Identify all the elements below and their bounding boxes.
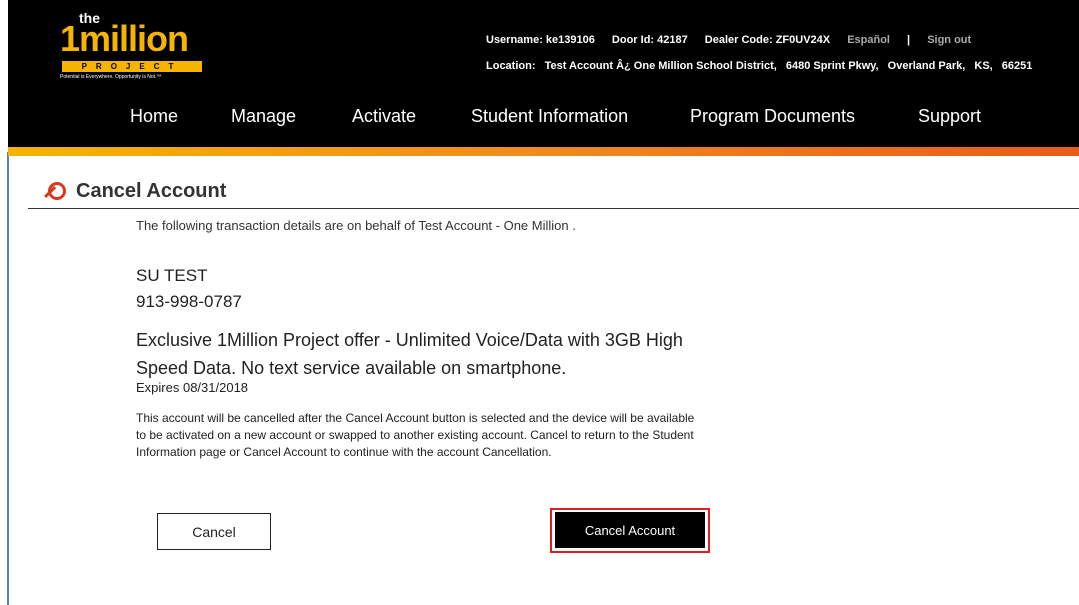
- logo-project-text: PROJECT: [62, 61, 202, 72]
- cancel-button[interactable]: Cancel: [157, 513, 271, 550]
- language-link[interactable]: Español: [847, 34, 890, 46]
- cancel-account-button[interactable]: Cancel Account: [555, 512, 705, 548]
- site-header: the 1million PROJECT Potential is Everyw…: [8, 0, 1079, 147]
- username-label: Username: ke139106: [486, 34, 595, 46]
- page-title: Cancel Account: [48, 178, 226, 204]
- left-frame-border: [7, 152, 9, 605]
- page-title-text: Cancel Account: [76, 179, 227, 202]
- user-info-panel: Username: ke139106 Door Id: 42187 Dealer…: [486, 34, 1038, 72]
- logo-tagline: Potential is Everywhere. Opportunity is …: [60, 74, 162, 80]
- title-divider: [28, 208, 1079, 209]
- location-state: KS,: [974, 60, 993, 72]
- location-zip: 66251: [1001, 60, 1033, 72]
- offer-description: Exclusive 1Million Project offer - Unlim…: [136, 330, 683, 378]
- location-label: Location:: [486, 60, 536, 72]
- million-project-logo[interactable]: the 1million PROJECT Potential is Everyw…: [60, 10, 210, 80]
- nav-item-support[interactable]: Support: [918, 106, 981, 127]
- logo-brand-text: 1million: [60, 18, 189, 59]
- behalf-text: The following transaction details are on…: [136, 218, 576, 233]
- dealer-code-label: Dealer Code: ZF0UV24X: [704, 34, 831, 46]
- location-street: 6480 Sprint Pkwy,: [785, 60, 879, 72]
- nav-item-home[interactable]: Home: [130, 106, 178, 127]
- header-accent-bar: [8, 147, 1079, 156]
- sign-out-link[interactable]: Sign out: [927, 34, 971, 46]
- cancel-prohibited-icon: [48, 182, 66, 200]
- location-city: Overland Park,: [887, 60, 966, 72]
- separator: |: [907, 34, 911, 46]
- door-id-label: Door Id: 42187: [611, 34, 688, 46]
- cancellation-notice: This account will be cancelled after the…: [136, 411, 695, 459]
- subscriber-name: SU TEST: [136, 266, 208, 285]
- nav-item-student-information[interactable]: Student Information: [471, 106, 628, 127]
- transaction-details: The following transaction details are on…: [136, 218, 696, 459]
- location-school: Test Account Â¿ One Million School Distr…: [544, 60, 777, 72]
- nav-item-manage[interactable]: Manage: [231, 106, 296, 127]
- subscriber-phone: 913-998-0787: [136, 292, 242, 311]
- nav-item-program-documents[interactable]: Program Documents: [690, 106, 855, 127]
- offer-expiration: Expires 08/31/2018: [136, 380, 249, 395]
- nav-item-activate[interactable]: Activate: [352, 106, 416, 127]
